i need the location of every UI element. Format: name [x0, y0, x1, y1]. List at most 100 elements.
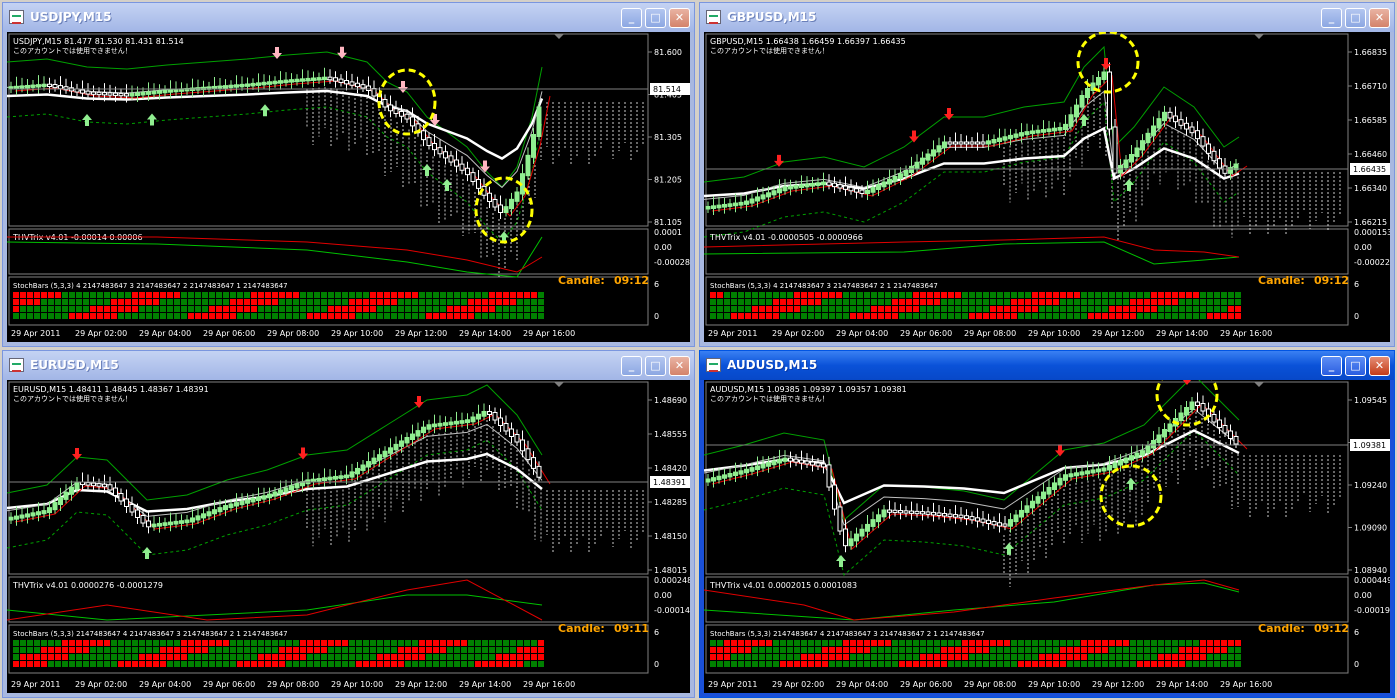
maximize-icon[interactable]: □	[645, 8, 666, 28]
stochbar-cell	[300, 313, 306, 319]
stochbar-cell	[482, 292, 488, 298]
candle-body	[289, 485, 294, 491]
close-icon[interactable]: ✕	[1369, 8, 1390, 28]
candle-body	[52, 502, 58, 511]
candle-body	[722, 474, 727, 479]
stochbar-cell	[1032, 306, 1038, 312]
close-icon[interactable]: ✕	[669, 8, 690, 28]
stochbar-cell	[419, 654, 425, 660]
stochbar-cell	[745, 313, 751, 319]
stochbar-cell	[1123, 654, 1129, 660]
candle-body	[1013, 514, 1019, 523]
candle-body	[294, 483, 300, 489]
title-bar[interactable]: AUDUSD,M15 _ □ ✕	[700, 351, 1394, 380]
buy-arrow-icon	[1124, 179, 1134, 191]
stochbar-cell	[391, 306, 397, 312]
stochbar-cell	[160, 306, 166, 312]
stochbar-cell	[1214, 299, 1220, 305]
stochbar-cell	[41, 299, 47, 305]
stochbar-cell	[1186, 306, 1192, 312]
stochbar-cell	[132, 299, 138, 305]
close-icon[interactable]: ✕	[1369, 356, 1390, 376]
title-bar[interactable]: EURUSD,M15 _ □ ✕	[3, 351, 694, 380]
candle-body	[168, 521, 173, 526]
candle-body	[1002, 136, 1008, 141]
stochbar-cell	[433, 306, 439, 312]
stochbar-cell	[850, 292, 856, 298]
title-bar[interactable]: USDJPY,M15 _ □ ✕	[3, 3, 694, 32]
stochbar-cell	[836, 661, 842, 667]
chart-area[interactable]: EURUSD,M15 1.48411 1.48445 1.48367 1.483…	[7, 380, 690, 693]
stochbar-cell	[787, 292, 793, 298]
trix-scale-label: 0.000248	[654, 576, 690, 585]
stochbar-cell	[377, 306, 383, 312]
stochbar-cell	[188, 299, 194, 305]
stochbar-cell	[1186, 647, 1192, 653]
minimize-icon[interactable]: _	[621, 8, 642, 28]
minimize-icon[interactable]: _	[1321, 8, 1342, 28]
stochbar-cell	[1053, 661, 1059, 667]
minimize-icon[interactable]: _	[1321, 356, 1342, 376]
stochbar-cell	[1039, 647, 1045, 653]
chart-canvas[interactable]: AUDUSD,M15 1.09385 1.09397 1.09357 1.093…	[704, 380, 1390, 693]
stochbar-cell	[801, 654, 807, 660]
candle-body	[58, 496, 63, 506]
stochbar-cell	[370, 647, 376, 653]
stochbar-cell	[20, 292, 26, 298]
close-icon[interactable]: ✕	[669, 356, 690, 376]
chart-window-audusd[interactable]: AUDUSD,M15 _ □ ✕ AUDUSD,M15 1.09385 1.09…	[699, 350, 1395, 698]
candle-body	[239, 500, 245, 506]
maximize-icon[interactable]: □	[1345, 8, 1366, 28]
maximize-icon[interactable]: □	[1345, 356, 1366, 376]
stochbar-cell	[426, 640, 432, 646]
candle-body	[771, 460, 777, 466]
chart-area[interactable]: AUDUSD,M15 1.09385 1.09397 1.09357 1.093…	[704, 380, 1390, 693]
stochbar-cell	[181, 313, 187, 319]
candle-body	[69, 486, 74, 495]
stochbar-cell	[188, 640, 194, 646]
maximize-icon[interactable]: □	[645, 356, 666, 376]
stochbar-cell	[160, 313, 166, 319]
stochbar-cell	[370, 292, 376, 298]
stochbar-cell	[321, 306, 327, 312]
stochbar-cell	[1221, 306, 1227, 312]
candle-body	[876, 184, 881, 190]
minimize-icon[interactable]: _	[621, 356, 642, 376]
chart-area[interactable]: GBPUSD,M15 1.66438 1.66459 1.66397 1.664…	[704, 32, 1390, 342]
time-axis-label: 29 Apr 12:00	[1092, 329, 1144, 338]
stochbar-cell	[181, 654, 187, 660]
chart-window-eurusd[interactable]: EURUSD,M15 _ □ ✕ EURUSD,M15 1.48411 1.48…	[2, 350, 695, 698]
chart-window-usdjpy[interactable]: USDJPY,M15 _ □ ✕ USDJPY,M15 81.477 81.53…	[2, 2, 695, 347]
chart-canvas[interactable]: USDJPY,M15 81.477 81.530 81.431 81.514この…	[7, 32, 690, 342]
chart-area[interactable]: USDJPY,M15 81.477 81.530 81.431 81.514 この…	[7, 32, 690, 342]
stochbar-cell	[279, 661, 285, 667]
main-price-panel[interactable]	[8, 33, 649, 227]
buy-arrow-icon	[260, 104, 270, 117]
stochbar-cell	[906, 661, 912, 667]
stochbar-cell	[433, 292, 439, 298]
stochbar-cell	[370, 661, 376, 667]
stochbar-cell	[885, 306, 891, 312]
stochbar-cell	[118, 313, 124, 319]
title-bar[interactable]: GBPUSD,M15 _ □ ✕	[700, 3, 1394, 32]
current-price-label: 1.66435	[1353, 165, 1386, 174]
stochbar-cell	[461, 306, 467, 312]
stochbar-cell	[34, 292, 40, 298]
candle-body	[793, 185, 799, 189]
chart-canvas[interactable]: GBPUSD,M15 1.66438 1.66459 1.66397 1.664…	[704, 32, 1390, 342]
chart-canvas[interactable]: EURUSD,M15 1.48411 1.48445 1.48367 1.483…	[7, 380, 690, 693]
chart-window-gbpusd[interactable]: GBPUSD,M15 _ □ ✕ GBPUSD,M15 1.66438 1.66…	[699, 2, 1395, 347]
stochbar-cell	[202, 299, 208, 305]
stochbar-cell	[314, 306, 320, 312]
fast-ma-line	[7, 423, 543, 517]
candle-body	[129, 93, 135, 97]
stochbar-cell	[1018, 292, 1024, 298]
candle-body	[179, 520, 184, 524]
stochbar-cell	[496, 661, 502, 667]
stochbar-cell	[773, 640, 779, 646]
stochbar-cell	[1067, 640, 1073, 646]
stochbar-cell	[328, 654, 334, 660]
main-price-panel[interactable]	[705, 381, 1349, 575]
stochbar-cell	[1158, 306, 1164, 312]
stochbar-cell	[969, 654, 975, 660]
